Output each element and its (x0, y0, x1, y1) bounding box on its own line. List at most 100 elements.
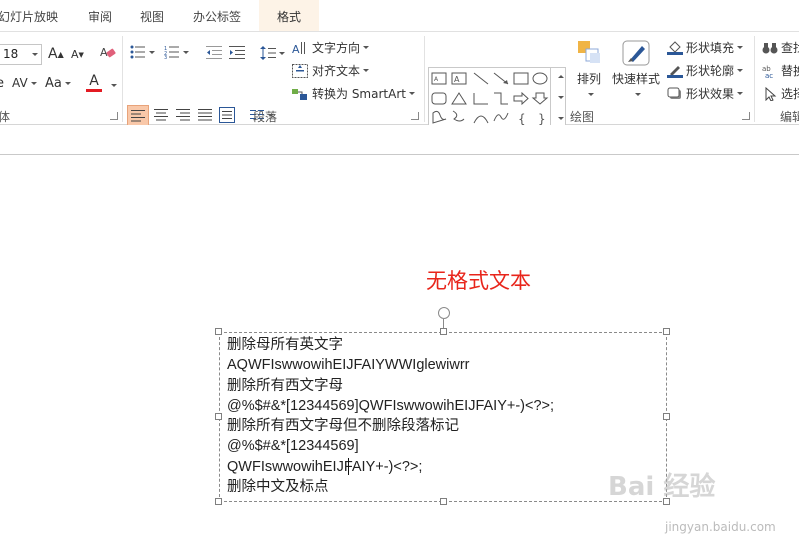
shape-effects-label: 形状效果 (686, 87, 735, 101)
arrange-icon (575, 38, 603, 68)
tab-slideshow[interactable]: 幻灯片放映 (0, 0, 58, 31)
svg-text:A: A (434, 76, 439, 83)
chevron-down-icon (737, 46, 744, 49)
decrease-indent-button[interactable] (206, 45, 222, 59)
chevron-down-icon[interactable] (111, 84, 117, 87)
font-group-label: 体 (0, 110, 11, 124)
char-spacing-label: AV (12, 76, 28, 90)
textbox-line: @%$#&*[12344569] (227, 438, 359, 455)
tab-office-tab[interactable]: 办公标签 (193, 0, 241, 31)
text-direction-button[interactable]: A 文字方向 (292, 39, 370, 56)
grow-font-label: A (48, 46, 58, 62)
group-separator (122, 36, 123, 122)
text-direction-label: 文字方向 (312, 41, 361, 55)
svg-text:}: } (538, 112, 546, 126)
line-spacing-button[interactable] (260, 45, 285, 61)
text-cursor (348, 458, 349, 475)
font-color-button[interactable]: A (86, 74, 102, 92)
slide-heading[interactable]: 无格式文本 (426, 265, 531, 295)
find-button[interactable]: 查找 (762, 39, 799, 56)
tab-format[interactable]: 格式 (259, 0, 319, 31)
drawing-dialog-launcher[interactable] (742, 112, 750, 120)
chevron-down-icon (279, 51, 285, 55)
textbox-line: 删除所有西文字母但不删除段落标记 (227, 418, 459, 435)
bullets-button[interactable] (130, 45, 155, 59)
paragraph-group-label: 段落 (253, 110, 278, 124)
resize-handle-bottom[interactable] (440, 498, 447, 505)
align-right-button[interactable] (175, 107, 191, 123)
paragraph-dialog-launcher[interactable] (411, 112, 419, 120)
chevron-down-icon (149, 50, 155, 54)
distributed-button[interactable] (219, 107, 235, 123)
group-separator (754, 36, 755, 122)
chevron-up-icon[interactable] (558, 75, 564, 78)
shape-outline-button[interactable]: 形状轮廓 (667, 62, 744, 79)
textbox-line: QWFIswwowihEIJFAIY+-)<?>; (227, 458, 423, 475)
watermark-logo: Bai 经验 (608, 472, 716, 502)
shrink-font-button[interactable]: A ▼ (71, 48, 84, 61)
increase-indent-icon (229, 45, 245, 59)
chevron-down-icon[interactable] (558, 96, 564, 99)
tab-review[interactable]: 审阅 (88, 0, 112, 31)
shape-effects-button[interactable]: 形状效果 (667, 85, 744, 102)
bullets-icon (130, 45, 146, 59)
char-spacing-button[interactable]: AV (12, 76, 37, 90)
more-shapes-icon[interactable] (558, 117, 564, 120)
align-right-icon (176, 109, 190, 121)
numbering-icon: 123 (164, 45, 180, 61)
ruler-strip (0, 125, 799, 155)
arrange-button[interactable]: 排列 (575, 38, 603, 96)
arrange-label: 排列 (576, 72, 601, 86)
align-left-icon (131, 110, 145, 122)
resize-handle-top[interactable] (440, 328, 447, 335)
align-left-button[interactable] (127, 105, 149, 127)
resize-handle-bottom-left[interactable] (215, 498, 222, 505)
binoculars-icon (762, 41, 778, 55)
textbox-line: @%$#&*[12344569]QWFIswwowihEIJFAIY+-)<?>… (227, 397, 555, 414)
change-case-label: Aa (45, 76, 62, 91)
replace-button[interactable]: abac 替换 (762, 62, 799, 80)
ribbon-tabs: 幻灯片放映 审阅 视图 办公标签 格式 (0, 0, 799, 31)
rotate-handle-icon[interactable] (438, 307, 450, 319)
shapes-gallery-icons: A A { } (431, 72, 549, 126)
ribbon: 18 A▲ A▼ A e AV Aa A 体 123 (0, 31, 799, 130)
replace-label: 替换 (781, 64, 799, 78)
line-spacing-icon (260, 45, 276, 61)
font-size-value: 18 (3, 47, 19, 61)
pen-icon (667, 64, 683, 78)
quick-styles-button[interactable]: 快速样式 (612, 38, 660, 96)
textbox-line: 删除中文及标点 (227, 479, 329, 496)
align-center-button[interactable] (153, 107, 169, 123)
chevron-down-icon (363, 46, 370, 49)
quick-styles-icon (620, 38, 652, 68)
shape-outline-label: 形状轮廓 (686, 64, 735, 78)
align-text-button[interactable]: 对齐文本 (292, 62, 370, 79)
resize-handle-top-left[interactable] (215, 328, 222, 335)
convert-smartart-button[interactable]: 转换为 SmartArt (292, 85, 415, 102)
shrink-font-label: A (71, 48, 79, 61)
tab-view[interactable]: 视图 (140, 0, 164, 31)
grow-font-button[interactable]: A ▲ (48, 46, 64, 62)
shape-fill-button[interactable]: 形状填充 (667, 39, 744, 56)
font-size-select[interactable]: 18 (0, 44, 42, 65)
replace-icon: ab ac (762, 64, 778, 80)
resize-handle-right[interactable] (663, 413, 670, 420)
decrease-indent-icon (206, 45, 222, 59)
chevron-down-icon (30, 81, 37, 85)
resize-handle-left[interactable] (215, 413, 222, 420)
justify-icon (198, 109, 212, 121)
clear-format-button[interactable]: A (100, 45, 116, 59)
justify-button[interactable] (197, 107, 213, 123)
numbering-button[interactable]: 123 (164, 45, 189, 61)
change-case-button[interactable]: Aa (45, 76, 71, 91)
resize-handle-top-right[interactable] (663, 328, 670, 335)
font-dialog-launcher[interactable] (110, 112, 118, 120)
select-button[interactable]: 选择 (762, 85, 799, 102)
shadow-button[interactable]: e (0, 76, 4, 91)
increase-indent-button[interactable] (229, 45, 245, 59)
textbox-content[interactable]: 删除母所有英文字 AQWFIswwowihEIJFAIYWWIglewiwrr … (227, 335, 657, 497)
shapes-gallery-scrollbar[interactable] (550, 67, 566, 130)
editing-group-label: 编辑 (780, 110, 799, 124)
shapes-gallery[interactable]: A A { } (428, 67, 566, 130)
chevron-down-icon (183, 50, 189, 54)
